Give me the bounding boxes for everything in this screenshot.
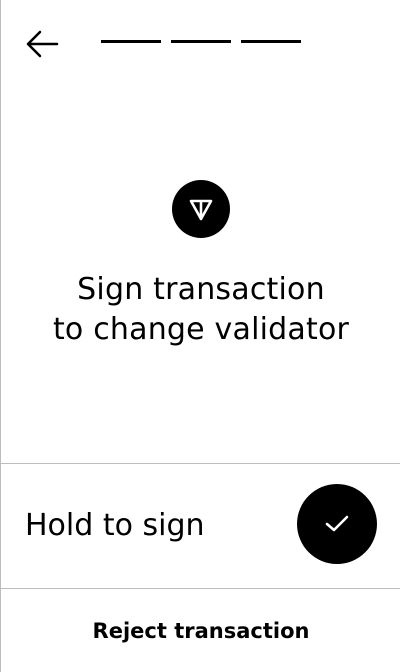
page-title: Sign transaction to change validator [1,270,400,350]
ton-logo-icon [172,180,230,238]
title-line-1: Sign transaction [77,272,325,307]
hold-to-sign-button[interactable] [297,484,377,564]
progress-indicator [101,40,301,43]
back-button[interactable] [23,28,61,60]
progress-step [101,40,161,43]
title-line-2: to change validator [52,312,350,347]
progress-step [171,40,231,43]
arrow-left-icon [26,30,59,58]
checkmark-icon [325,515,349,532]
ton-diamond-icon [189,199,213,221]
progress-step [241,40,301,43]
screen: Sign transaction to change validator Hol… [0,0,400,672]
reject-transaction-button[interactable]: Reject transaction [1,589,400,672]
hold-to-sign-row: Hold to sign [1,464,400,588]
hold-to-sign-label: Hold to sign [25,508,205,543]
